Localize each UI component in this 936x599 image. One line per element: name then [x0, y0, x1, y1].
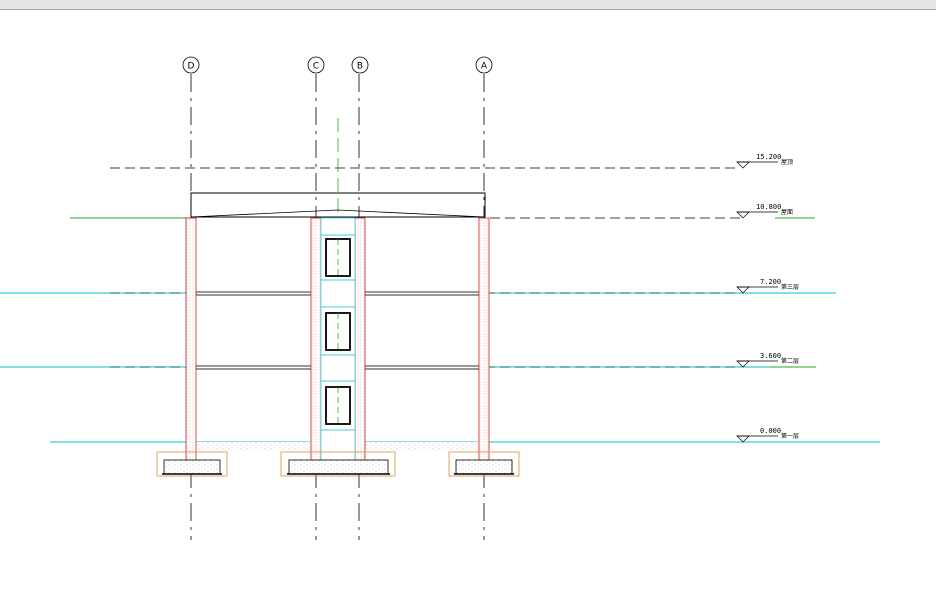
level-name-roof-top: 屋顶 — [781, 159, 793, 166]
column-A — [478, 217, 490, 461]
column-C — [310, 217, 322, 461]
level-marker-7200: 7.200 第三层 — [736, 278, 799, 294]
axis-label-D: D — [188, 62, 195, 72]
axis-label-C: C — [313, 62, 319, 72]
column-B — [354, 217, 366, 461]
axis-label-A: A — [481, 62, 488, 72]
level-name-floor-1: 第一层 — [781, 432, 799, 440]
level-marker-10800: 10.800 屋面 — [736, 203, 793, 219]
axis-bubble-A: A — [475, 56, 493, 74]
cad-viewport[interactable]: D C B A 15.200 屋顶 10.800 屋面 7.200 第三层 3.… — [0, 0, 936, 599]
axis-bubble-D: D — [182, 56, 200, 74]
stair-core — [320, 217, 356, 461]
level-lines — [0, 167, 880, 443]
level-elevation-10800: 10.800 — [756, 203, 781, 211]
axis-bubble-B: B — [351, 56, 369, 74]
level-name-roof: 屋面 — [781, 209, 793, 216]
axis-bubble-C: C — [307, 56, 325, 74]
level-elevation-15200: 15.200 — [756, 153, 781, 161]
level-elevation-7200: 7.200 — [760, 278, 781, 286]
elevation-drawing[interactable]: D C B A 15.200 屋顶 10.800 屋面 7.200 第三层 3.… — [0, 0, 936, 599]
level-name-floor-2: 第二层 — [781, 357, 799, 365]
level-name-floor-3: 第三层 — [781, 283, 799, 291]
column-D — [185, 217, 197, 461]
axis-bubbles: D C B A — [182, 56, 493, 74]
level-marker-0000: 0.000 第一层 — [736, 427, 799, 443]
level-elevation-0000: 0.000 — [760, 427, 781, 435]
axis-label-B: B — [357, 62, 363, 72]
level-marker-15200: 15.200 屋顶 — [736, 153, 793, 169]
level-markers: 15.200 屋顶 10.800 屋面 7.200 第三层 3.600 第二层 — [736, 153, 799, 443]
level-marker-3600: 3.600 第二层 — [736, 352, 799, 368]
level-elevation-3600: 3.600 — [760, 352, 781, 360]
